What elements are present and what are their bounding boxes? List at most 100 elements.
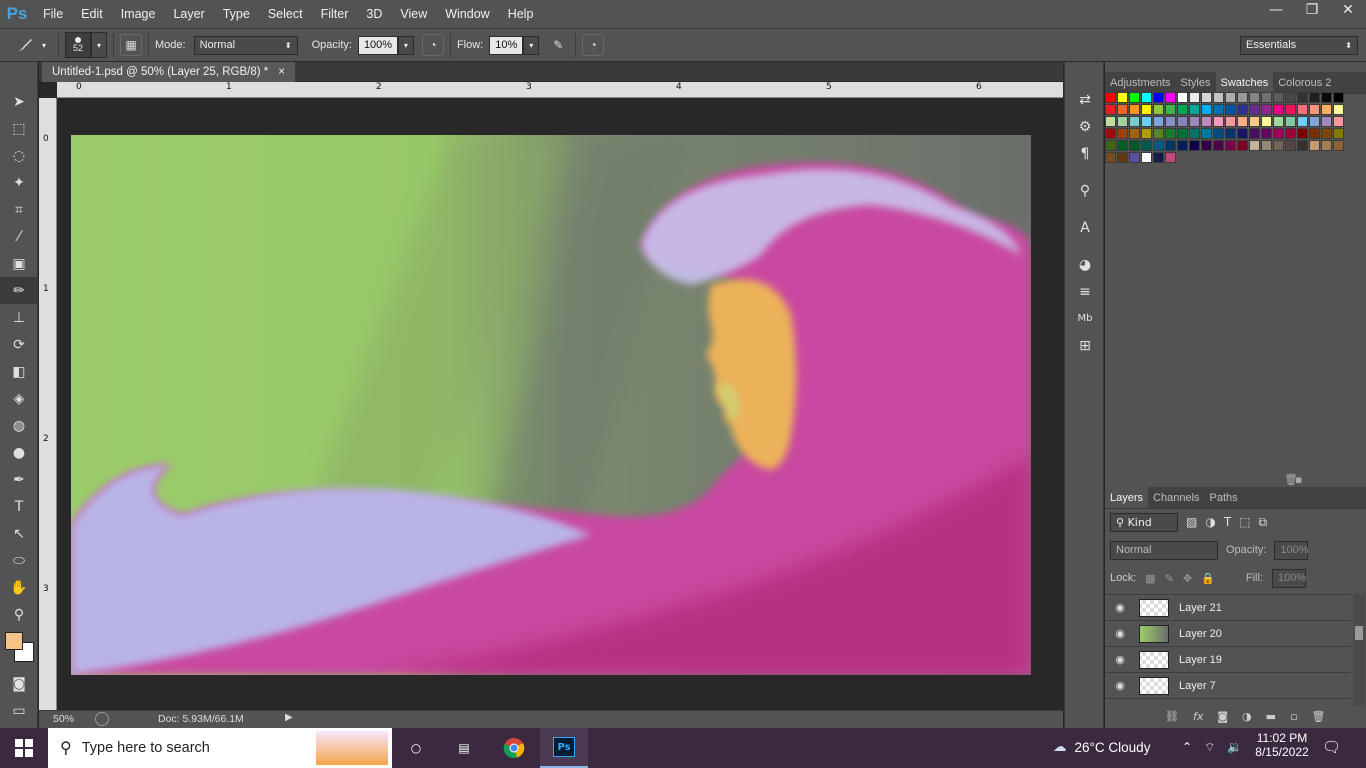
fx-icon[interactable]: fx [1193, 710, 1203, 726]
color-swatch[interactable] [1105, 128, 1116, 139]
chrome-icon[interactable] [490, 728, 538, 768]
foreground-color-swatch[interactable] [5, 632, 23, 650]
color-swatch[interactable] [1165, 116, 1176, 127]
color-swatch[interactable] [1261, 104, 1272, 115]
status-menu-arrow-icon[interactable]: ▶ [285, 712, 293, 723]
delete-layer-icon[interactable]: 🗑 [1312, 710, 1326, 726]
paragraph-panel-icon[interactable]: ¶ [1065, 140, 1105, 167]
mode-select[interactable]: Normal ⬍ [193, 35, 298, 55]
color-swatch[interactable] [1297, 92, 1308, 103]
adjust-panel-icon[interactable]: ≡ [1065, 278, 1105, 305]
adjustment-layer-icon[interactable]: ◑ [1242, 710, 1252, 726]
color-swatch[interactable] [1225, 128, 1236, 139]
lock-position-icon[interactable]: ✥ [1183, 572, 1192, 585]
color-swatch[interactable] [1309, 92, 1320, 103]
color-swatch[interactable] [1141, 140, 1152, 151]
color-swatch[interactable] [1201, 116, 1212, 127]
layer-row[interactable]: ◉ Layer 19 [1105, 647, 1351, 673]
lock-transparent-icon[interactable]: ▦ [1145, 572, 1155, 585]
zoom-tool-icon[interactable]: ⚲ [0, 601, 38, 628]
color-swatch[interactable] [1285, 92, 1296, 103]
color-swatch[interactable] [1285, 104, 1296, 115]
color-swatch[interactable] [1117, 152, 1128, 163]
color-swatch[interactable] [1117, 128, 1128, 139]
color-swatch[interactable] [1189, 116, 1200, 127]
pressure-opacity-icon[interactable]: ◔ [421, 34, 444, 56]
color-swatch[interactable] [1225, 104, 1236, 115]
menu-3d[interactable]: 3D [357, 0, 391, 28]
color-swatch[interactable] [1309, 140, 1320, 151]
move-tool-icon[interactable]: ➤ [0, 88, 38, 115]
lock-image-icon[interactable]: ✎ [1165, 572, 1174, 585]
fill-input[interactable]: 100% [1271, 568, 1306, 588]
menu-help[interactable]: Help [499, 0, 543, 28]
painting-canvas[interactable] [71, 135, 1031, 675]
brush-picker-dropdown[interactable]: ▾ [91, 32, 107, 58]
color-swatch[interactable] [1333, 116, 1344, 127]
color-swatch[interactable] [1189, 104, 1200, 115]
eye-icon[interactable]: ◉ [1105, 679, 1135, 692]
dodge-tool-icon[interactable]: ● [0, 439, 38, 466]
screen-mode-icon[interactable]: ▭ [0, 697, 38, 724]
color-swatch[interactable] [1285, 116, 1296, 127]
layer-opacity-input[interactable]: 100% [1274, 540, 1309, 560]
color-swatch[interactable] [1297, 116, 1308, 127]
close-button[interactable]: ✕ [1330, 0, 1366, 20]
stamp-tool-icon[interactable]: ⊥ [0, 304, 38, 331]
task-view-icon[interactable]: ▤ [440, 728, 488, 768]
weather-widget[interactable]: ☁ 26°C Cloudy [1053, 739, 1150, 755]
filter-smart-icon[interactable]: ⧉ [1259, 515, 1268, 530]
color-swatch[interactable] [1117, 104, 1128, 115]
filter-pixel-icon[interactable]: ▨ [1186, 515, 1197, 529]
color-swatch[interactable] [1333, 128, 1344, 139]
color-swatch[interactable] [1333, 140, 1344, 151]
color-swatch[interactable] [1297, 104, 1308, 115]
layers-scrollbar[interactable] [1353, 594, 1365, 706]
color-swatch[interactable] [1225, 116, 1236, 127]
new-swatch-icon[interactable]: ▪ [1295, 473, 1302, 486]
color-swatch[interactable] [1105, 92, 1116, 103]
tab-paths[interactable]: Paths [1205, 487, 1243, 508]
paint-bucket-tool-icon[interactable]: ◈ [0, 385, 38, 412]
color-swatch[interactable] [1189, 128, 1200, 139]
color-swatch[interactable] [1153, 128, 1164, 139]
color-swatch[interactable] [1105, 140, 1116, 151]
volume-icon[interactable]: 🔉 [1227, 740, 1242, 755]
color-swatch[interactable] [1285, 140, 1296, 151]
color-swatch[interactable] [1165, 128, 1176, 139]
marquee-tool-icon[interactable]: ⬚ [0, 115, 38, 142]
color-swatch[interactable] [1249, 128, 1260, 139]
color-swatch[interactable] [1237, 92, 1248, 103]
color-swatch[interactable] [1141, 116, 1152, 127]
canvas-viewport[interactable] [57, 98, 1045, 710]
properties-panel-icon[interactable]: ⚙ [1065, 113, 1105, 140]
color-swatch[interactable] [1213, 128, 1224, 139]
taskbar-search[interactable]: ⚲ Type here to search [48, 728, 392, 768]
workspace-select[interactable]: Essentials ⬍ [1240, 35, 1358, 55]
color-swatch[interactable] [1237, 128, 1248, 139]
layer-row[interactable]: ◉ Layer 21 [1105, 595, 1351, 621]
color-swatch[interactable] [1261, 92, 1272, 103]
color-swatch[interactable] [1273, 104, 1284, 115]
layer-row[interactable]: ◉ Layer 7 [1105, 673, 1351, 699]
layer-row[interactable]: ◉ Layer 20 [1105, 621, 1351, 647]
filter-shape-icon[interactable]: ⬚ [1239, 515, 1250, 529]
color-swatches[interactable] [0, 628, 37, 670]
brush-presets-panel-icon[interactable]: ⚲ [1065, 177, 1105, 204]
color-swatch[interactable] [1141, 104, 1152, 115]
color-swatch[interactable] [1129, 152, 1140, 163]
menu-type[interactable]: Type [214, 0, 259, 28]
chevron-up-icon[interactable]: ⌃ [1182, 740, 1192, 755]
eye-icon[interactable]: ◉ [1105, 653, 1135, 666]
color-swatch[interactable] [1177, 140, 1188, 151]
new-layer-icon[interactable]: ▫ [1290, 710, 1297, 726]
color-swatch[interactable] [1153, 116, 1164, 127]
color-swatch[interactable] [1105, 104, 1116, 115]
flow-input[interactable]: 10% [489, 35, 524, 55]
tab-layers[interactable]: Layers [1105, 487, 1149, 508]
color-swatch[interactable] [1249, 116, 1260, 127]
menu-filter[interactable]: Filter [312, 0, 358, 28]
color-swatch[interactable] [1285, 128, 1296, 139]
color-swatch[interactable] [1321, 116, 1332, 127]
color-swatch[interactable] [1249, 104, 1260, 115]
